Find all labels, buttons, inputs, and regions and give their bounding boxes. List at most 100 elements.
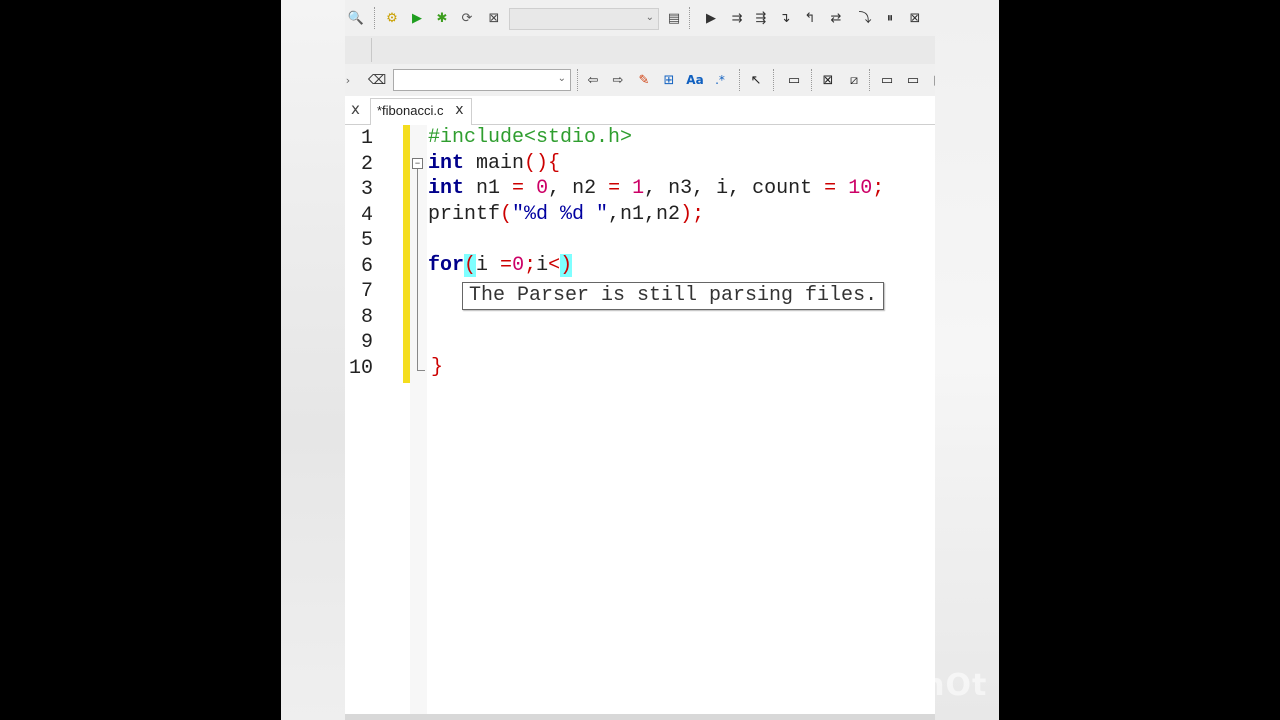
run-icon[interactable]: ▶	[408, 9, 426, 27]
toolbar-separator	[739, 69, 741, 91]
selected-text-icon[interactable]: ⊞	[660, 71, 678, 89]
step-into-icon[interactable]: ↴	[776, 9, 794, 27]
match-case-icon[interactable]: Aa	[686, 71, 704, 89]
line-number: 7	[360, 280, 373, 303]
code-line: printf("%d %d ",n1,n2);	[428, 202, 704, 228]
code-token: 10	[848, 177, 873, 200]
find-next-icon[interactable]: ⇨	[609, 71, 627, 89]
code-token: ;	[524, 253, 537, 277]
rebuild-icon[interactable]: ⟳	[458, 9, 476, 27]
toolbar-separator	[374, 7, 376, 29]
code-token: =	[608, 177, 621, 200]
line-number-gutter: 1 2 3 4 5 6 7 8 9 10	[345, 125, 403, 715]
chevron-right-icon[interactable]: ›	[345, 71, 357, 89]
build-target-select[interactable]: ⌄	[509, 8, 659, 30]
next-instruction-icon[interactable]: ⇄	[827, 9, 845, 27]
code-token: , n2	[548, 177, 609, 200]
clear-search-icon[interactable]: ⌫	[368, 71, 386, 89]
rectangle-icon[interactable]: ▭	[785, 71, 803, 89]
stop-debugger-icon[interactable]: ⊠	[906, 9, 924, 27]
code-line: int main(){	[428, 151, 560, 177]
instruction-block-icon[interactable]: ▭	[878, 71, 896, 89]
build-and-run-icon[interactable]: ✱	[433, 9, 451, 27]
horizontal-scrollbar[interactable]	[345, 714, 935, 720]
letterbox-right	[935, 0, 999, 720]
line-number: 6	[360, 254, 373, 278]
code-token: =	[500, 253, 513, 277]
tab-title: *fibonacci.c	[377, 103, 444, 118]
toolbar-separator	[577, 69, 579, 91]
code-token: (){	[524, 151, 561, 175]
search-toolbar: › ⌫ ⌄ ⇦ ⇨ ✎ ⊞ Aa .* ↖ ▭ ⊠ ⧄ ▭ ▭ ▯	[345, 64, 935, 97]
code-token: i	[476, 253, 501, 277]
code-token: );	[680, 202, 705, 226]
code-token: int	[428, 151, 465, 175]
cursor-icon[interactable]: ↖	[747, 71, 765, 89]
regex-icon[interactable]: .*	[711, 71, 729, 89]
chevron-down-icon: ⌄	[557, 73, 566, 84]
code-editor[interactable]: 1 2 3 4 5 6 7 8 9 10 − #include<stdio.h> int main(…	[345, 125, 935, 715]
chevron-down-icon: ⌄	[645, 12, 654, 23]
build-toolbar: 🔍 ⚙ ▶ ✱ ⟳ ⊠ ⌄ ▤ ▶ ⇉ ⇶ ↴ ↰ ⇄ ⤵ ⏸ ⊠	[345, 0, 935, 37]
code-line: for(i =0;i<)	[428, 253, 573, 279]
line-number: 5	[360, 229, 373, 252]
line-number: 3	[360, 178, 373, 201]
code-token: 0	[512, 253, 525, 277]
debug-start-icon[interactable]: ▶	[702, 9, 720, 27]
toolbar-separator	[869, 69, 871, 91]
step-out-icon[interactable]: ↰	[801, 9, 819, 27]
code-token: ,n1,n2	[608, 202, 681, 226]
change-bar	[403, 125, 410, 383]
code-token: (	[500, 202, 513, 226]
build-gear-icon[interactable]: ⚙	[383, 9, 401, 27]
code-token: for	[428, 253, 465, 277]
code-line: #include<stdio.h>	[428, 125, 632, 151]
code-line: }	[431, 355, 443, 381]
close-icon[interactable]: x	[351, 100, 360, 118]
code-token: printf	[428, 202, 501, 226]
pause-icon[interactable]: ⏸	[881, 9, 899, 27]
highlight-icon[interactable]: ✎	[635, 71, 653, 89]
code-token: i	[536, 253, 549, 277]
code-token: =	[512, 177, 525, 200]
decision-block-icon[interactable]: ⊠	[819, 71, 837, 89]
code-token: 0	[536, 177, 549, 200]
line-number: 2	[360, 152, 373, 176]
letterbox-left	[281, 0, 345, 720]
line-number: 8	[360, 305, 373, 329]
code-token: <	[548, 253, 561, 277]
find-previous-icon[interactable]: ⇦	[584, 71, 602, 89]
loop-block-icon[interactable]: ⧄	[845, 71, 863, 89]
tab-fibonacci[interactable]: *fibonacci.c x	[370, 98, 473, 125]
run-to-cursor-icon[interactable]: ⇉	[728, 9, 746, 27]
step-instruction-icon[interactable]: ⤵	[856, 9, 874, 27]
code-token: "%d %d "	[512, 202, 609, 226]
line-number: 4	[360, 203, 373, 227]
fold-line	[417, 169, 418, 370]
code-token: 1	[632, 177, 645, 200]
toolbar-separator	[773, 69, 775, 91]
fold-collapse-icon[interactable]: −	[412, 158, 423, 169]
code-token: main	[464, 151, 525, 175]
ide-window: 🔍 ⚙ ▶ ✱ ⟳ ⊠ ⌄ ▤ ▶ ⇉ ⇶ ↴ ↰ ⇄ ⤵ ⏸ ⊠ › ⌫ ⌄ …	[345, 0, 935, 720]
line-number: 10	[348, 356, 373, 380]
fold-end	[417, 370, 425, 371]
editor-tab-bar: x *fibonacci.c x	[345, 96, 935, 125]
search-input[interactable]: ⌄	[393, 69, 571, 91]
next-line-icon[interactable]: ⇶	[752, 9, 770, 27]
abort-icon[interactable]: ⊠	[485, 9, 503, 27]
build-log-icon[interactable]: ▤	[665, 9, 683, 27]
tab-close-icon[interactable]: x	[455, 102, 463, 118]
code-token: n1	[464, 177, 513, 200]
case-block-icon[interactable]: ▯	[928, 71, 935, 89]
find-icon[interactable]: 🔍	[347, 9, 365, 27]
line-number: 9	[360, 331, 373, 354]
parser-tooltip: The Parser is still parsing files.	[462, 282, 885, 310]
sequence-block-icon[interactable]: ▭	[904, 71, 922, 89]
toolbar-grip	[345, 38, 372, 62]
code-token: }	[431, 355, 444, 379]
code-line: int n1 = 0, n2 = 1, n3, i, count = 10;	[428, 176, 884, 202]
code-token: (	[464, 253, 477, 277]
code-token: , n3, i, count	[644, 177, 825, 200]
